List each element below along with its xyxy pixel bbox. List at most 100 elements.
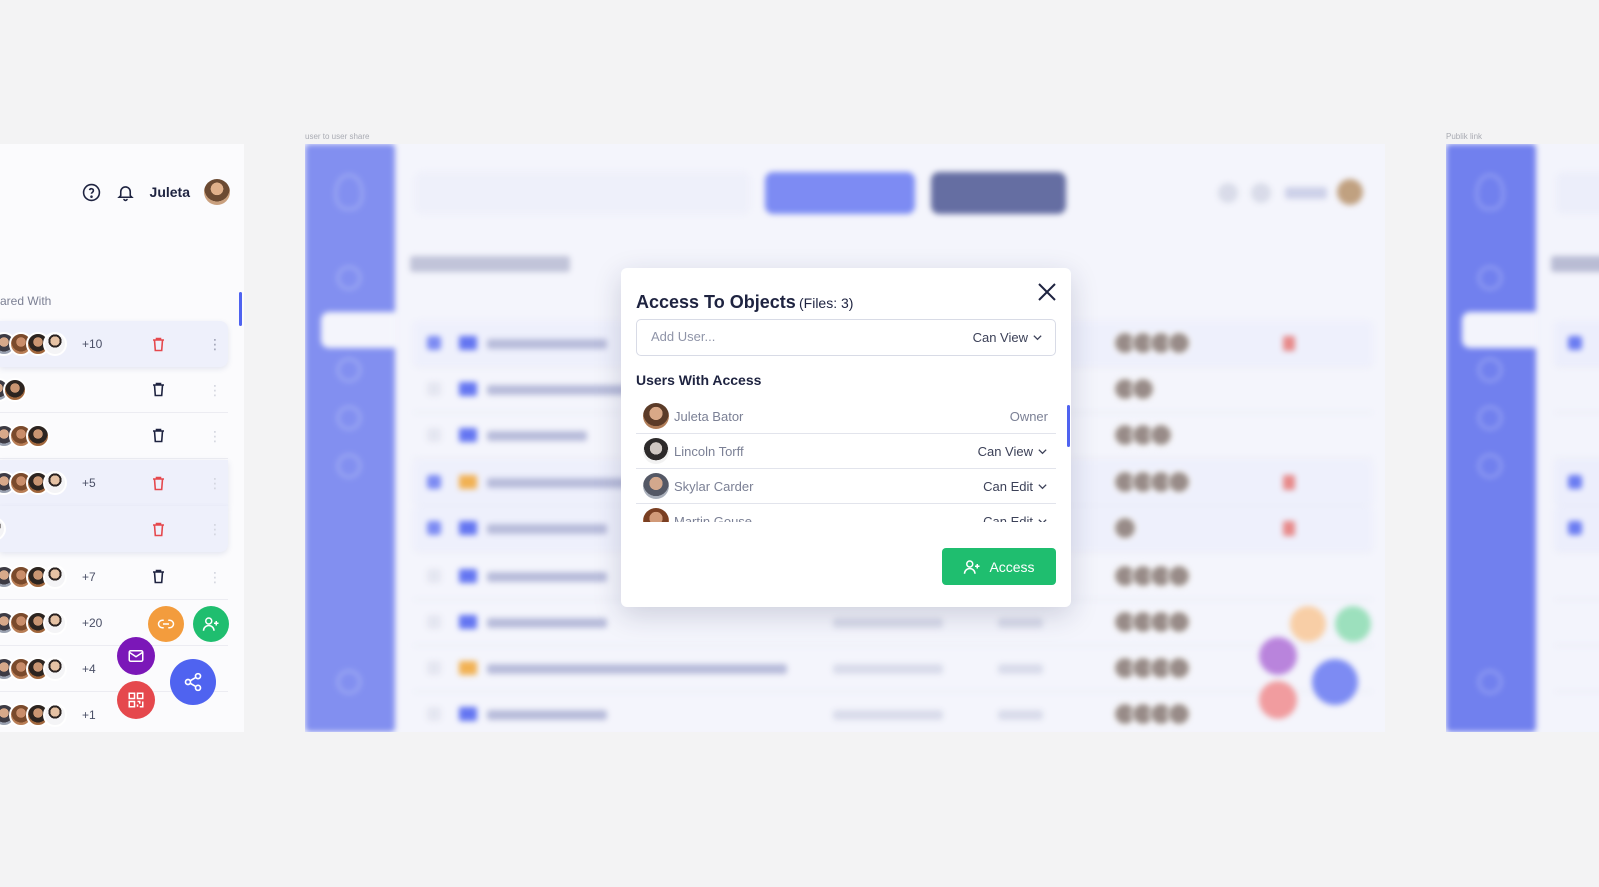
table-row	[1554, 554, 1599, 600]
share-icon	[184, 672, 202, 692]
table-row	[1554, 600, 1599, 646]
avatar	[3, 377, 27, 402]
more-vertical-icon[interactable]: ⋮	[208, 476, 222, 490]
permission-dropdown[interactable]: Can Edit	[983, 513, 1048, 523]
shared-avatars	[0, 332, 67, 356]
table-row	[1554, 413, 1599, 459]
user-name: Lincoln Torff	[674, 443, 744, 459]
shared-avatars	[0, 377, 27, 402]
user-role: Owner	[1009, 408, 1048, 424]
shared-count: +5	[82, 476, 96, 490]
permission-label: Can View	[972, 330, 1028, 345]
page-title	[1551, 256, 1599, 272]
more-vertical-icon[interactable]: ⋮	[208, 429, 222, 443]
avatar	[43, 610, 67, 635]
qr-code-button[interactable]	[117, 681, 155, 719]
user-name: Juleta Bator	[674, 408, 744, 424]
avatar	[43, 564, 67, 589]
left-artboard: Juleta ared With +10 ⋮ ⋮ ⋮ +5 ⋮ ⋮ +7 ⋮ +…	[0, 144, 244, 732]
shared-avatars	[0, 471, 67, 495]
shared-count: +1	[82, 707, 96, 722]
shared-avatars	[0, 564, 67, 589]
help-circle-icon[interactable]	[82, 182, 102, 202]
trash-icon[interactable]	[151, 428, 165, 444]
home-icon	[1478, 266, 1502, 290]
more-vertical-icon[interactable]: ⋮	[208, 522, 222, 536]
chevron-down-icon	[1038, 518, 1047, 522]
user-row: Juleta Bator Owner	[636, 399, 1056, 434]
table-scrollbar[interactable]	[239, 292, 242, 326]
add-user-button[interactable]	[193, 606, 229, 642]
more-vertical-icon[interactable]: ⋮	[208, 570, 222, 584]
search-bar	[1556, 172, 1599, 214]
chevron-down-icon	[1038, 448, 1047, 454]
avatar	[643, 473, 669, 499]
sidebar-active-item	[1462, 312, 1536, 348]
column-header-shared-with[interactable]: ared With	[0, 294, 51, 308]
user-icon	[1478, 358, 1502, 382]
link-button[interactable]	[148, 606, 184, 642]
table-row[interactable]: +5 ⋮	[0, 460, 228, 506]
avatar	[43, 471, 67, 495]
shared-avatars	[0, 610, 67, 635]
chat-icon	[1478, 406, 1502, 430]
row-checkbox	[1568, 475, 1582, 489]
permission-dropdown[interactable]: Can Edit	[983, 479, 1048, 494]
more-vertical-icon[interactable]: ⋮	[208, 337, 222, 351]
access-button[interactable]: Access	[942, 548, 1056, 585]
table-row[interactable]: +7 ⋮	[0, 554, 228, 600]
right-artboard	[1446, 144, 1599, 732]
table-row[interactable]: ⋮	[0, 506, 228, 552]
user-row: Skylar Carder Can Edit	[636, 469, 1056, 504]
table-row	[1554, 460, 1599, 506]
access-modal: Access To Objects (Files: 3) Can View Us…	[621, 268, 1071, 607]
bell-icon[interactable]	[116, 182, 136, 202]
user-role: Can Edit	[983, 513, 1033, 523]
close-icon[interactable]	[1035, 280, 1059, 304]
user-role: Can View	[977, 443, 1033, 459]
user-plus-icon	[202, 617, 219, 631]
shared-avatars	[0, 656, 67, 681]
trash-icon[interactable]	[151, 521, 165, 537]
username[interactable]: Juleta	[150, 184, 190, 200]
chevron-down-icon	[1033, 335, 1042, 341]
trash-icon[interactable]	[151, 475, 165, 491]
table-row	[1554, 367, 1599, 413]
shared-avatars	[0, 702, 67, 727]
sidebar	[1446, 144, 1536, 732]
logout-icon	[1478, 670, 1502, 694]
table-row[interactable]: ⋮	[0, 367, 228, 413]
avatar	[43, 332, 67, 356]
user-row: Martin Gouse Can Edit	[636, 504, 1056, 522]
permission-dropdown[interactable]: Can View	[978, 444, 1048, 459]
table-row[interactable]: ⋮	[0, 413, 228, 459]
more-vertical-icon[interactable]: ⋮	[208, 383, 222, 397]
mail-icon	[128, 650, 144, 662]
avatar[interactable]	[204, 179, 230, 205]
user-plus-icon	[964, 559, 980, 574]
trash-icon[interactable]	[151, 336, 165, 352]
users-list: Juleta Bator Owner Lincoln Torff Can Vie…	[636, 399, 1056, 522]
add-user-field: Can View	[636, 319, 1056, 356]
avatar	[43, 702, 67, 727]
table-row[interactable]: +10 ⋮	[0, 321, 228, 367]
row-checkbox	[1568, 521, 1582, 535]
trash-icon[interactable]	[151, 569, 165, 585]
shared-avatars	[0, 423, 50, 448]
shared-count: +4	[82, 661, 96, 676]
artboard-label-public-link: Publik link	[1446, 132, 1483, 141]
avatar	[643, 438, 669, 464]
chevron-down-icon	[1038, 483, 1047, 489]
modal-title: Access To Objects	[636, 292, 796, 312]
permission-dropdown[interactable]: Can View	[973, 330, 1043, 345]
avatar	[643, 403, 669, 429]
users-list-scrollbar[interactable]	[1067, 405, 1070, 447]
trash-icon[interactable]	[151, 382, 165, 398]
table-row	[1554, 692, 1599, 732]
table-row	[1554, 321, 1599, 367]
add-user-input[interactable]	[651, 329, 931, 344]
user-row: Lincoln Torff Can View	[636, 434, 1056, 469]
share-button[interactable]	[170, 659, 216, 705]
mail-button[interactable]	[117, 637, 155, 675]
user-name: Skylar Carder	[674, 478, 754, 494]
